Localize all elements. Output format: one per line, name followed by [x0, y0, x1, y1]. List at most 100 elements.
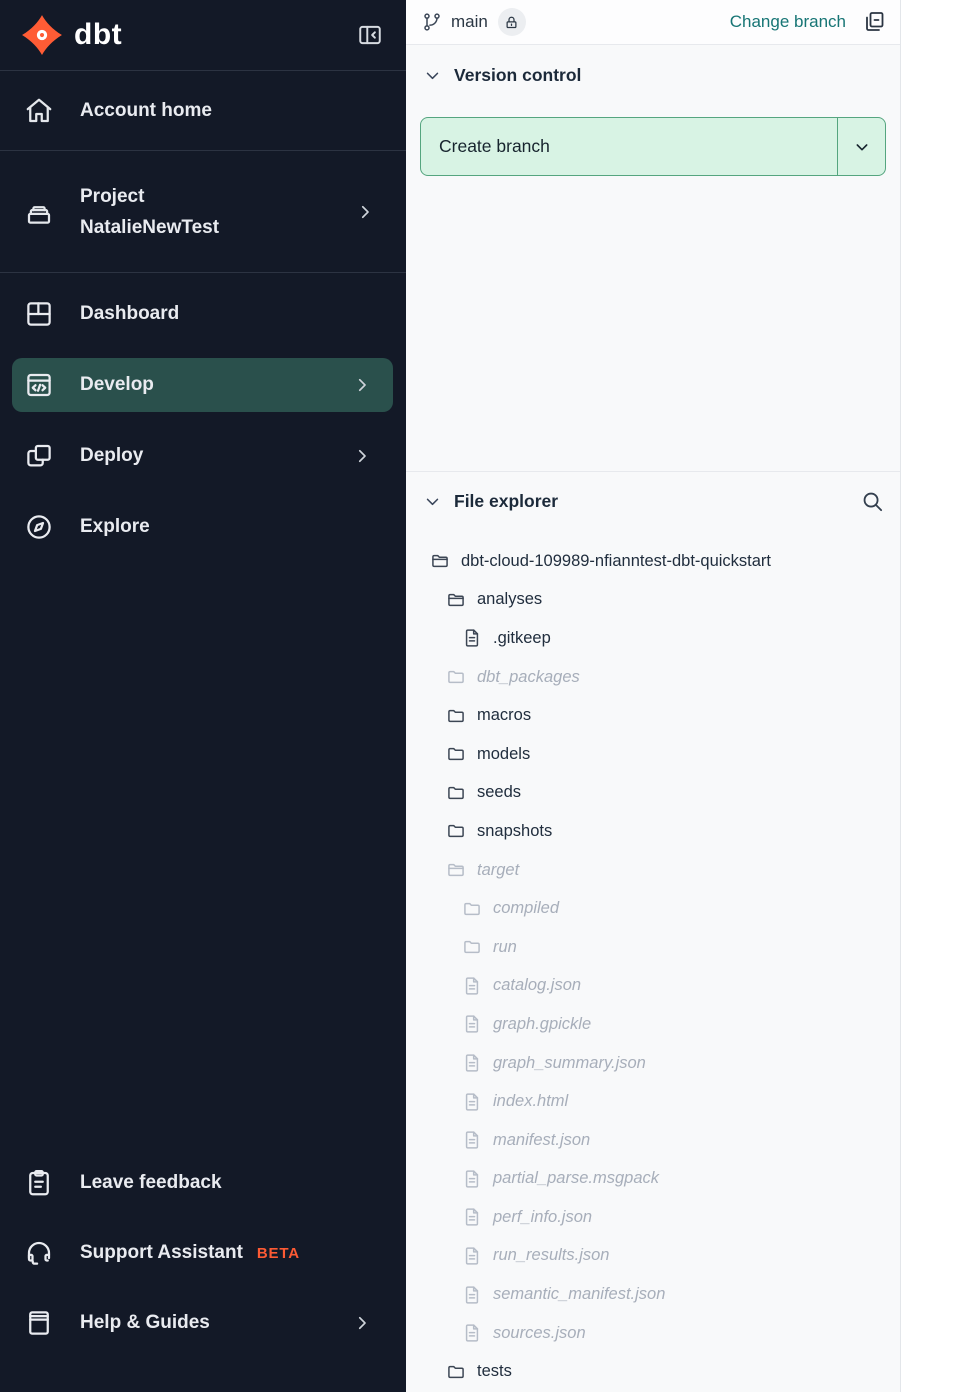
change-branch-link[interactable]: Change branch: [730, 12, 846, 32]
tree-item-graph_summary.json[interactable]: graph_summary.json: [406, 1044, 900, 1083]
dbt-logo-icon: [20, 13, 64, 57]
tree-item-label: catalog.json: [493, 976, 581, 995]
deploy-label: Deploy: [80, 445, 143, 467]
file-explorer-header[interactable]: File explorer: [406, 472, 900, 513]
tree-item-semantic_manifest.json[interactable]: semantic_manifest.json: [406, 1275, 900, 1314]
file-explorer-section: File explorer dbt-cloud-109989-nfianntes…: [406, 472, 900, 1392]
tree-item-seeds[interactable]: seeds: [406, 774, 900, 813]
tree-item-label: analyses: [477, 590, 542, 609]
tree-item-index.html[interactable]: index.html: [406, 1082, 900, 1121]
chevron-down-icon: [854, 139, 870, 155]
lock-icon: [504, 15, 519, 30]
folder-icon: [462, 899, 482, 919]
tree-item-manifest.json[interactable]: manifest.json: [406, 1121, 900, 1160]
home-icon: [24, 96, 54, 126]
tree-item-.gitkeep[interactable]: .gitkeep: [406, 619, 900, 658]
sidebar-item-develop[interactable]: Develop: [12, 358, 393, 412]
sidebar-nav: Dashboard Develop: [0, 287, 406, 571]
sidebar-item-account-home[interactable]: Account home: [0, 71, 406, 151]
sidebar-header: dbt: [0, 0, 406, 71]
folder-icon: [446, 783, 466, 803]
tree-item-dbt_packages[interactable]: dbt_packages: [406, 658, 900, 697]
create-branch-button[interactable]: Create branch: [420, 117, 886, 176]
tree-item-run_results.json[interactable]: run_results.json: [406, 1237, 900, 1276]
chevron-right-icon: [353, 376, 371, 394]
folder-icon: [462, 937, 482, 957]
chevron-right-icon: [353, 447, 371, 465]
tree-item-macros[interactable]: macros: [406, 696, 900, 735]
tree-item-models[interactable]: models: [406, 735, 900, 774]
beta-badge: BETA: [257, 1245, 300, 1262]
tree-item-target[interactable]: target: [406, 851, 900, 890]
sidebar-item-deploy[interactable]: Deploy: [12, 429, 393, 483]
dashboard-icon: [24, 299, 54, 329]
file-icon: [462, 1207, 482, 1227]
develop-icon: [24, 370, 54, 400]
tree-item-graph.gpickle[interactable]: graph.gpickle: [406, 1005, 900, 1044]
dbt-logo[interactable]: dbt: [20, 13, 122, 57]
chevron-right-icon: [353, 1314, 371, 1332]
sidebar-item-project[interactable]: Project NatalieNewTest: [0, 151, 406, 273]
file-icon: [462, 1053, 482, 1073]
tree-item-run[interactable]: run: [406, 928, 900, 967]
tree-item-compiled[interactable]: compiled: [406, 889, 900, 928]
tree-item-label: dbt_packages: [477, 668, 580, 687]
tree-item-label: partial_parse.msgpack: [493, 1169, 659, 1188]
explore-label: Explore: [80, 516, 150, 538]
branch-topbar: main Change branch: [406, 0, 900, 45]
version-control-header[interactable]: Version control: [406, 45, 900, 86]
folder-icon: [446, 706, 466, 726]
tree-item-label: run: [493, 938, 517, 957]
sidebar-item-support-assistant[interactable]: Support Assistant BETA: [12, 1226, 393, 1280]
tree-item-label: macros: [477, 706, 531, 725]
git-branch-icon: [422, 12, 442, 32]
tree-item-tests[interactable]: tests: [406, 1352, 900, 1391]
account-home-label: Account home: [80, 100, 212, 122]
create-branch-dropdown[interactable]: [837, 118, 885, 175]
tree-item-label: index.html: [493, 1092, 568, 1111]
create-branch-label[interactable]: Create branch: [421, 118, 837, 175]
tree-item-label: sources.json: [493, 1324, 586, 1343]
project-name: NatalieNewTest: [80, 212, 219, 243]
tree-item-label: graph_summary.json: [493, 1054, 646, 1073]
sidebar-item-help-guides[interactable]: Help & Guides: [12, 1296, 393, 1350]
version-control-title: Version control: [454, 65, 581, 86]
tree-item-partial_parse.msgpack[interactable]: partial_parse.msgpack: [406, 1160, 900, 1199]
dbt-logo-text: dbt: [74, 18, 122, 52]
search-icon[interactable]: [861, 490, 884, 513]
sidebar-item-dashboard[interactable]: Dashboard: [12, 287, 393, 341]
tree-item-dbt-cloud-109989-nfianntest-dbt-quickstart[interactable]: dbt-cloud-109989-nfianntest-dbt-quicksta…: [406, 542, 900, 581]
file-explorer-title: File explorer: [454, 491, 558, 512]
develop-label: Develop: [80, 374, 154, 396]
file-icon: [462, 1130, 482, 1150]
tree-item-analyses[interactable]: analyses: [406, 581, 900, 620]
folder-icon: [446, 744, 466, 764]
project-title: Project: [80, 181, 219, 212]
help-guides-label: Help & Guides: [80, 1312, 210, 1334]
book-icon: [24, 1308, 54, 1338]
copy-icon[interactable]: [862, 10, 886, 34]
version-control-section: Version control Create branch: [406, 45, 900, 472]
file-icon: [462, 976, 482, 996]
current-branch-name: main: [451, 12, 488, 32]
tree-item-snapshots[interactable]: snapshots: [406, 812, 900, 851]
folder-icon: [446, 821, 466, 841]
project-stack-icon: [24, 197, 54, 227]
tree-item-label: manifest.json: [493, 1131, 590, 1150]
sidebar: dbt Account home Proje: [0, 0, 406, 1392]
tree-item-catalog.json[interactable]: catalog.json: [406, 967, 900, 1006]
sidebar-bottom-nav: Leave feedback Support Assistant BETA: [0, 1156, 406, 1392]
tree-item-label: run_results.json: [493, 1246, 609, 1265]
sidebar-item-explore[interactable]: Explore: [12, 500, 393, 554]
file-icon: [462, 1285, 482, 1305]
tree-item-label: dbt-cloud-109989-nfianntest-dbt-quicksta…: [461, 552, 771, 571]
tree-item-sources.json[interactable]: sources.json: [406, 1314, 900, 1353]
sidebar-item-leave-feedback[interactable]: Leave feedback: [12, 1156, 393, 1210]
tree-item-label: models: [477, 745, 530, 764]
folder-icon: [446, 1362, 466, 1382]
tree-item-label: compiled: [493, 899, 559, 918]
folder-open-icon: [430, 551, 450, 571]
leave-feedback-label: Leave feedback: [80, 1172, 222, 1194]
collapse-sidebar-icon[interactable]: [356, 22, 384, 48]
tree-item-perf_info.json[interactable]: perf_info.json: [406, 1198, 900, 1237]
